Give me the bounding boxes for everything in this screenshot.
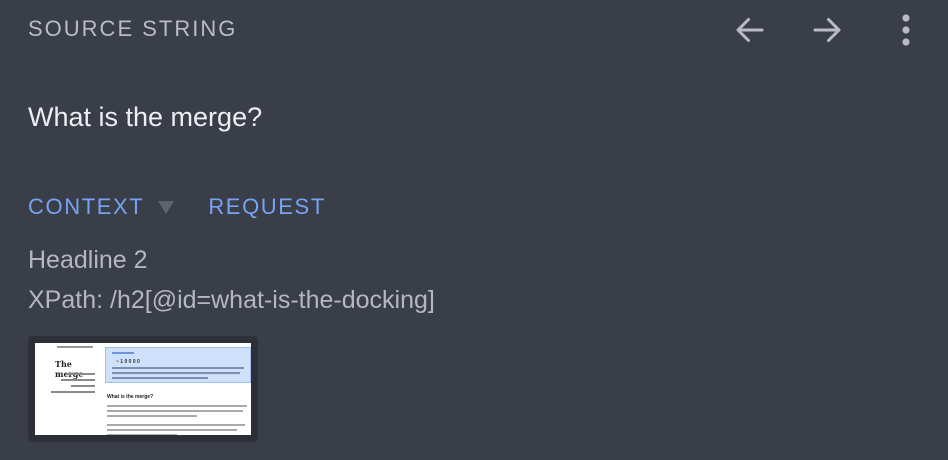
arrow-left-icon xyxy=(736,18,764,42)
source-string-text: What is the merge? xyxy=(28,102,263,132)
context-xpath: XPath: /h2[@id=what-is-the-docking] xyxy=(28,286,435,314)
thumbnail-banner: ~ 1 0 0 0 0 xyxy=(105,347,251,383)
context-element-type: Headline 2 xyxy=(28,246,148,274)
more-options-button[interactable] xyxy=(884,8,928,52)
thumbnail-page: The merge ~ 1 0 0 0 0 What is the merge? xyxy=(35,343,251,435)
previous-button[interactable] xyxy=(728,8,772,52)
tab-bar: CONTEXT REQUEST xyxy=(28,192,326,222)
tab-context-label: CONTEXT xyxy=(28,194,145,219)
header-bar: SOURCE STRING xyxy=(0,0,948,62)
thumbnail-section-heading: What is the merge? xyxy=(107,394,154,400)
thumbnail-content: ~ 1 0 0 0 0 What is the merge? xyxy=(105,347,251,435)
tab-request[interactable]: REQUEST xyxy=(208,194,326,220)
more-vertical-icon xyxy=(902,14,910,46)
context-screenshot-thumbnail[interactable]: The merge ~ 1 0 0 0 0 What is the merge? xyxy=(28,336,258,442)
thumbnail-title: The merge xyxy=(55,359,83,379)
thumbnail-banner-heading: ~ 1 0 0 0 0 xyxy=(116,359,140,365)
section-title: SOURCE STRING xyxy=(28,16,238,41)
thumbnail-sidebar: The merge xyxy=(35,343,101,435)
arrow-right-icon xyxy=(813,18,841,42)
tab-request-label: REQUEST xyxy=(208,194,326,219)
caret-down-icon xyxy=(158,200,175,214)
tab-context[interactable]: CONTEXT xyxy=(28,194,175,220)
next-button[interactable] xyxy=(805,8,849,52)
